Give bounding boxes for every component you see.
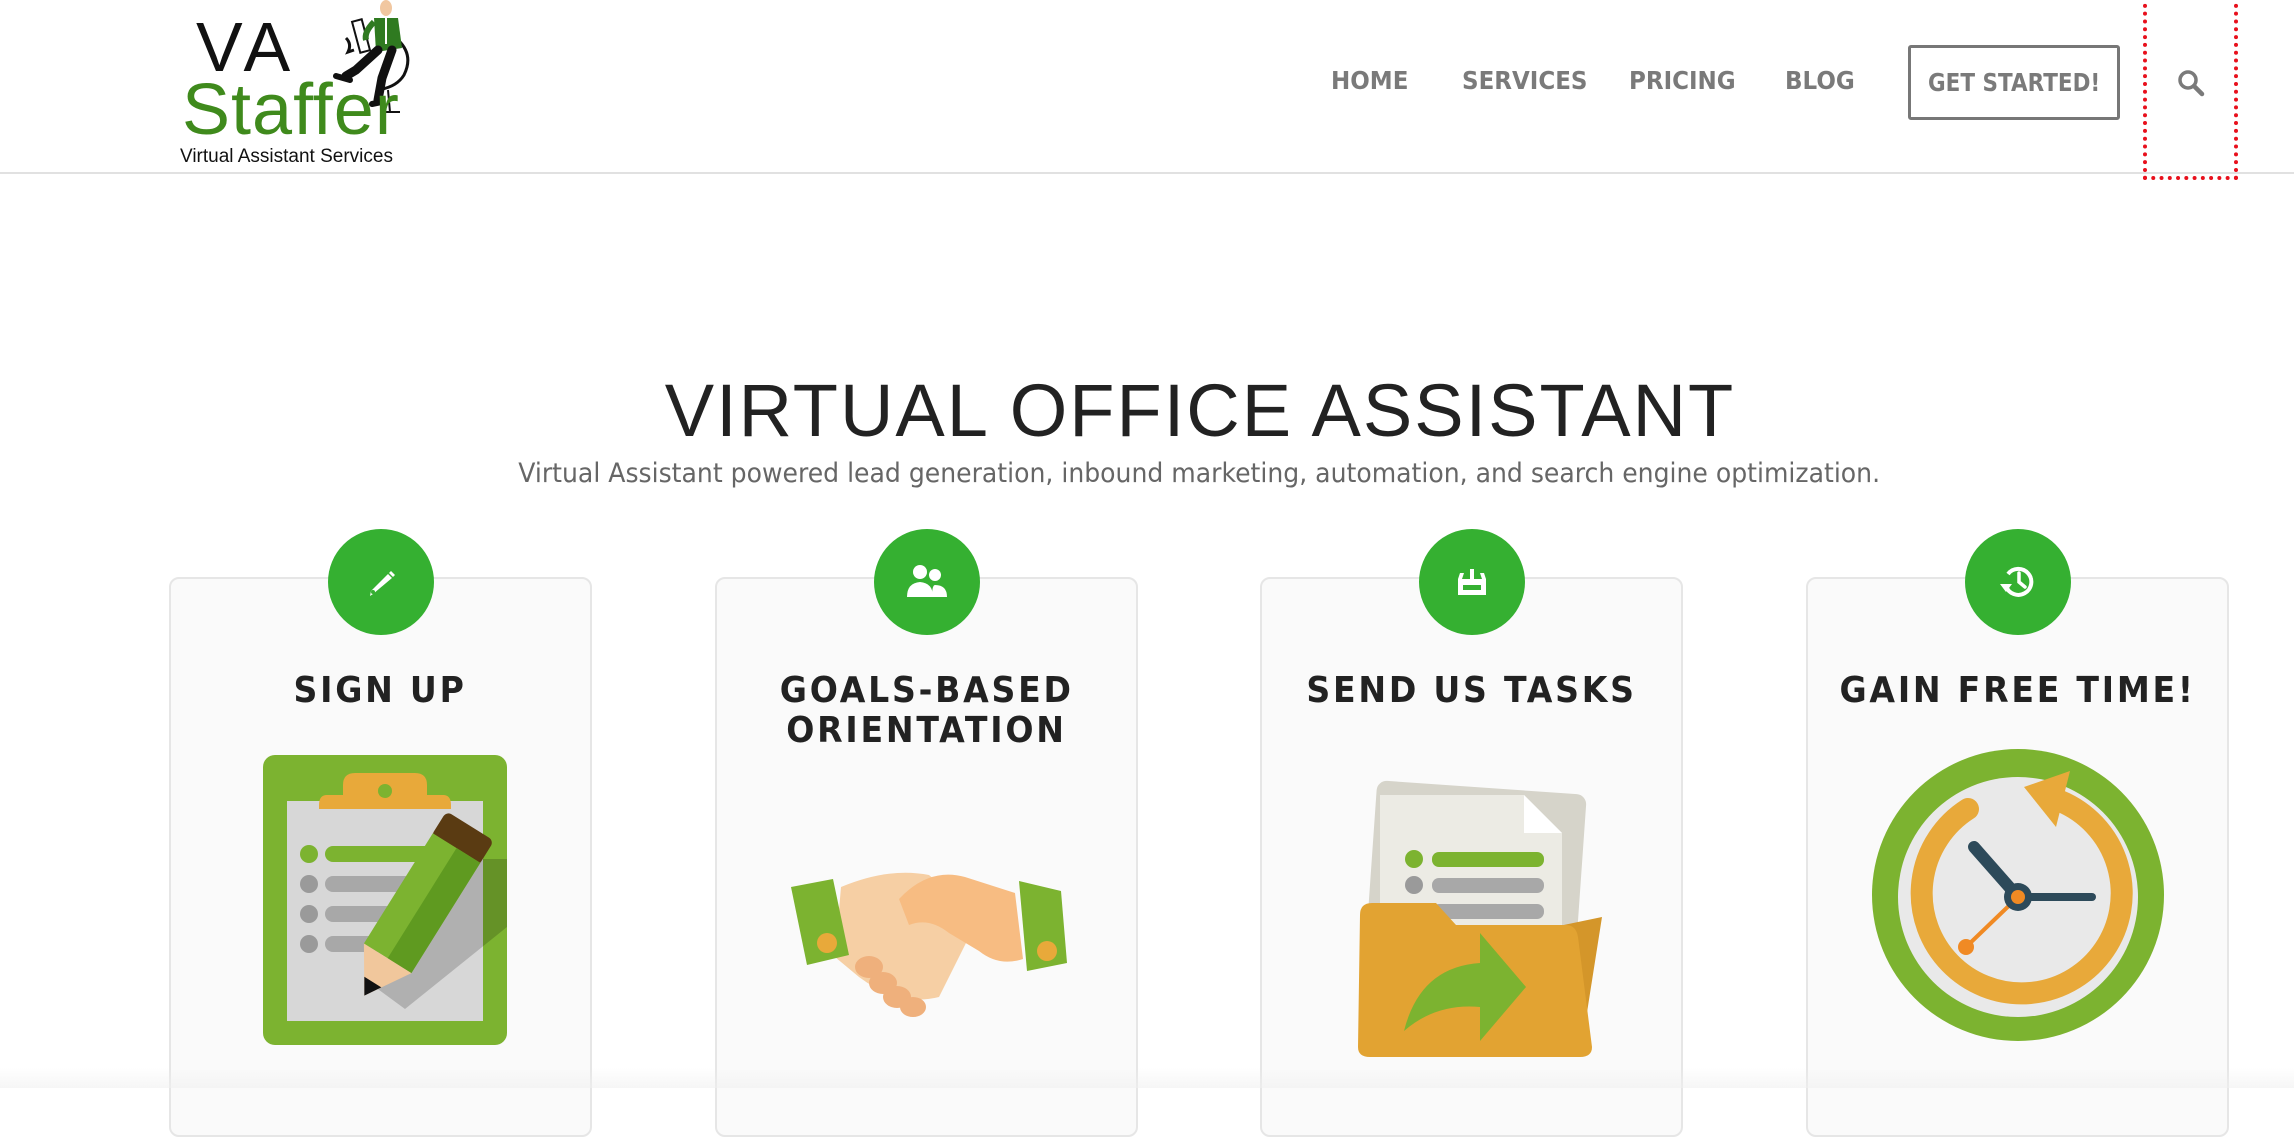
site-logo[interactable]: VA Staffer Virtual Assistant Services xyxy=(178,0,438,170)
step-title-text: GAIN FREE TIME! xyxy=(1839,670,2196,711)
step-title: SEND US TASKS xyxy=(1262,671,1681,711)
handshake-illustration xyxy=(790,872,1067,1017)
step-icon-circle xyxy=(1964,529,2071,635)
search-icon xyxy=(2177,70,2204,97)
step-title: SIGN UP xyxy=(171,671,590,711)
get-started-button[interactable]: GET STARTED! xyxy=(1908,45,2120,120)
logo-tagline: Virtual Assistant Services xyxy=(180,146,393,167)
inbox-download-icon xyxy=(1457,569,1486,595)
nav-blog[interactable]: BLOG xyxy=(1785,66,1855,95)
step-icon-circle xyxy=(327,529,434,635)
step-title-line-1: GOALS-BASED xyxy=(779,670,1074,711)
users-icon xyxy=(906,565,947,597)
nav-home[interactable]: HOME xyxy=(1331,66,1408,95)
step-title-line-2: ORIENTATION xyxy=(786,710,1067,751)
step-title-text: SIGN UP xyxy=(293,670,468,711)
get-started-label: GET STARTED! xyxy=(1927,68,2101,97)
search-button[interactable] xyxy=(2143,0,2238,180)
nav-services[interactable]: SERVICES xyxy=(1462,66,1588,95)
page-subtitle-text: Virtual Assistant powered lead generatio… xyxy=(518,458,1880,489)
page-title: VIRTUAL OFFICE ASSISTANT xyxy=(664,369,1736,452)
step-icon-circle xyxy=(873,529,980,635)
logo-staffer-text: Staffer xyxy=(182,70,400,150)
page-subtitle: Virtual Assistant powered lead generatio… xyxy=(0,458,2294,489)
pencil-icon xyxy=(369,571,395,596)
history-clock-icon xyxy=(1999,566,2033,597)
folder-documents-illustration xyxy=(1357,780,1602,1057)
step-title: GAIN FREE TIME! xyxy=(1808,671,2227,711)
clipboard-pencil-illustration xyxy=(262,755,507,1045)
step-title-text: SEND US TASKS xyxy=(1306,670,1637,711)
step-icon-circle xyxy=(1418,529,1525,635)
nav-pricing[interactable]: PRICING xyxy=(1629,66,1736,95)
step-card-send-tasks: SEND US TASKS xyxy=(1260,529,1683,1137)
site-header: VA Staffer Virtual Assistant Services HO… xyxy=(0,0,2294,180)
step-title: GOALS-BASED ORIENTATION xyxy=(717,671,1136,751)
step-card-goals-orientation: GOALS-BASED ORIENTATION xyxy=(715,529,1138,1137)
step-card-free-time: GAIN FREE TIME! xyxy=(1806,529,2229,1137)
step-card-sign-up: SIGN UP xyxy=(169,529,592,1137)
clock-illustration xyxy=(1871,749,2164,1041)
